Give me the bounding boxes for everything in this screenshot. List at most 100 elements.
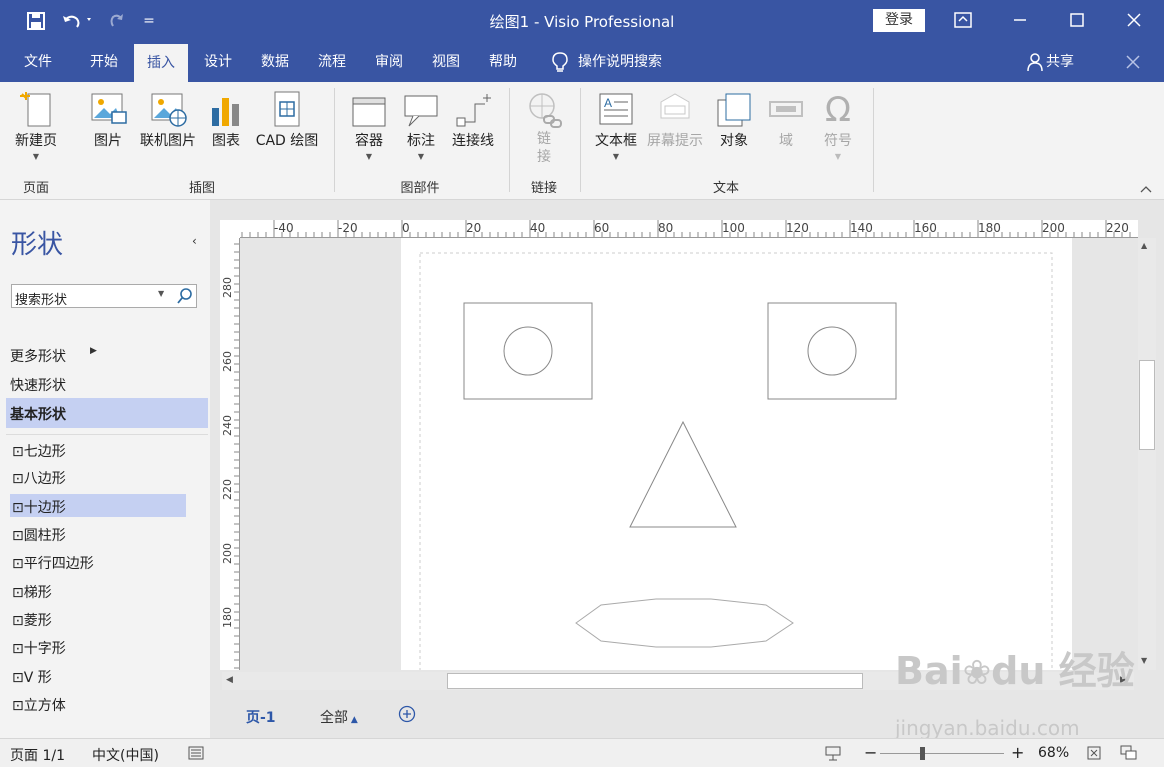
chevron-down-icon[interactable]: ▼ xyxy=(158,289,164,298)
person-icon[interactable] xyxy=(1024,42,1046,82)
nose-triangle[interactable] xyxy=(629,420,737,528)
field-label: 域 xyxy=(779,133,793,149)
collapse-pane-icon[interactable]: ‹ xyxy=(192,234,197,248)
drawing-page[interactable] xyxy=(401,238,1072,674)
callout-button[interactable]: 标注 ▼ xyxy=(400,90,442,161)
tab-insert[interactable]: 插入 xyxy=(134,44,188,82)
ribbon-display-options-icon[interactable] xyxy=(940,4,986,36)
ruler-label: 80 xyxy=(658,221,674,235)
shape-item-octagon[interactable]: ⊡八边形 xyxy=(12,468,66,488)
ruler-label: 180 xyxy=(978,221,1001,235)
basic-shapes-menu[interactable]: 基本形状 xyxy=(10,404,66,424)
shape-item-cube[interactable]: ⊡立方体 xyxy=(12,695,66,715)
cad-drawing-label: CAD 绘图 xyxy=(255,133,319,149)
close-icon[interactable] xyxy=(1111,4,1157,36)
callout-icon xyxy=(404,95,438,127)
field-button[interactable]: 域 xyxy=(766,90,806,150)
group-separator xyxy=(509,88,510,192)
tab-design[interactable]: 设计 xyxy=(190,42,246,82)
shape-item-heptagon[interactable]: ⊡七边形 xyxy=(12,441,66,461)
online-picture-button[interactable]: 联机图片 xyxy=(137,90,199,150)
mouth-decagon[interactable] xyxy=(575,598,794,648)
group-label-diagram-parts: 图部件 xyxy=(400,181,440,196)
screentip-label: 屏幕提示 xyxy=(647,133,703,149)
vertical-scrollbar[interactable]: ▲ ▼ xyxy=(1138,238,1156,670)
maximize-icon[interactable] xyxy=(1054,4,1100,36)
watermark-logo: Bai❀du 经验 xyxy=(895,649,1135,693)
shape-item-parallelogram[interactable]: ⊡平行四边形 xyxy=(12,553,94,573)
symbol-button[interactable]: Ω 符号 ▼ xyxy=(816,90,860,161)
callout-label: 标注 xyxy=(407,133,435,149)
language-status[interactable]: 中文(中国) xyxy=(92,745,159,765)
lightbulb-icon[interactable] xyxy=(548,42,572,82)
object-button[interactable]: 对象 xyxy=(714,90,754,150)
right-eye-circle[interactable] xyxy=(807,326,857,376)
macro-record-icon[interactable] xyxy=(188,746,204,760)
login-button[interactable]: 登录 xyxy=(873,9,925,32)
tab-help[interactable]: 帮助 xyxy=(475,42,531,82)
page-tab-1[interactable]: 页-1 xyxy=(246,707,276,727)
horizontal-scroll-thumb[interactable] xyxy=(447,673,863,689)
connector-icon xyxy=(456,94,491,127)
shape-item-trapezoid[interactable]: ⊡梯形 xyxy=(12,582,52,602)
shape-item-diamond[interactable]: ⊡菱形 xyxy=(12,610,52,630)
zoom-slider[interactable] xyxy=(880,753,1004,754)
chevron-right-icon: ▶ xyxy=(90,346,97,356)
connector-button[interactable]: 连接线 xyxy=(448,90,498,150)
tell-me-search[interactable]: 操作说明搜索 xyxy=(578,42,678,82)
picture-button[interactable]: 图片 xyxy=(84,90,132,150)
close-pane-icon[interactable] xyxy=(1122,42,1144,82)
container-button[interactable]: 容器 ▼ xyxy=(346,90,392,161)
omega-icon: Ω xyxy=(825,90,851,130)
chart-button[interactable]: 图表 xyxy=(205,90,247,150)
shape-item-chevron[interactable]: ⊡V 形 xyxy=(12,667,52,687)
scroll-down-icon[interactable]: ▼ xyxy=(1141,656,1147,665)
ruler-label: 140 xyxy=(850,221,873,235)
picture-label: 图片 xyxy=(94,133,122,149)
ruler-label: -40 xyxy=(274,221,294,235)
fit-to-window-icon[interactable] xyxy=(1086,745,1102,761)
new-page-button[interactable]: 新建页 ▼ xyxy=(10,90,62,161)
shape-item-decagon[interactable]: ⊡十边形 xyxy=(12,497,66,517)
search-shapes-placeholder: 搜索形状 xyxy=(15,293,68,308)
zoom-slider-thumb[interactable] xyxy=(920,747,925,760)
shape-item-cylinder[interactable]: ⊡圆柱形 xyxy=(12,525,66,545)
window-title: 绘图1 - Visio Professional xyxy=(489,13,675,31)
tab-review[interactable]: 审阅 xyxy=(361,42,417,82)
left-eye-circle[interactable] xyxy=(503,326,553,376)
scroll-left-icon[interactable]: ◀ xyxy=(226,675,233,685)
zoom-level[interactable]: 68% xyxy=(1038,745,1069,761)
shape-item-cross[interactable]: ⊡十字形 xyxy=(12,638,66,658)
quick-shapes-menu[interactable]: 快速形状 xyxy=(10,375,66,395)
minimize-icon[interactable] xyxy=(997,4,1043,36)
add-page-icon[interactable] xyxy=(398,705,416,723)
tab-home[interactable]: 开始 xyxy=(76,42,132,82)
divider xyxy=(6,434,208,435)
presentation-mode-icon[interactable] xyxy=(824,745,842,761)
screentip-button[interactable]: 屏幕提示 xyxy=(643,90,707,150)
tab-file[interactable]: 文件 xyxy=(10,42,66,82)
field-icon xyxy=(769,101,803,117)
search-icon[interactable] xyxy=(176,287,194,305)
zoom-in-icon[interactable]: + xyxy=(1011,743,1024,762)
container-label: 容器 xyxy=(355,133,383,149)
tab-data[interactable]: 数据 xyxy=(247,42,303,82)
all-pages-button[interactable]: 全部 ▲ xyxy=(320,707,358,727)
link-button[interactable]: 链接 xyxy=(522,90,566,166)
page-number-status[interactable]: 页面 1/1 xyxy=(10,745,65,765)
collapse-ribbon-icon[interactable] xyxy=(1140,182,1152,197)
cad-drawing-button[interactable]: CAD 绘图 xyxy=(252,90,322,150)
zoom-out-icon[interactable]: − xyxy=(864,743,877,762)
share-button[interactable]: 共享 xyxy=(1046,42,1082,82)
scroll-up-icon[interactable]: ▲ xyxy=(1141,241,1147,250)
vertical-scroll-thumb[interactable] xyxy=(1139,360,1155,450)
textbox-button[interactable]: A 文本框 ▼ xyxy=(592,90,640,161)
tab-process[interactable]: 流程 xyxy=(304,42,360,82)
shapes-pane: 形状 ‹ 搜索形状 ▼ 更多形状 ▶ 快速形状 基本形状 ⊡七边形 ⊡八边形 ⊡… xyxy=(0,200,210,740)
tab-view[interactable]: 视图 xyxy=(418,42,474,82)
more-shapes-menu[interactable]: 更多形状 xyxy=(10,346,66,366)
ruler-label: 40 xyxy=(530,221,546,235)
connector-label: 连接线 xyxy=(452,133,494,149)
search-shapes-input[interactable]: 搜索形状 ▼ xyxy=(11,284,197,308)
switch-windows-icon[interactable] xyxy=(1120,745,1138,761)
